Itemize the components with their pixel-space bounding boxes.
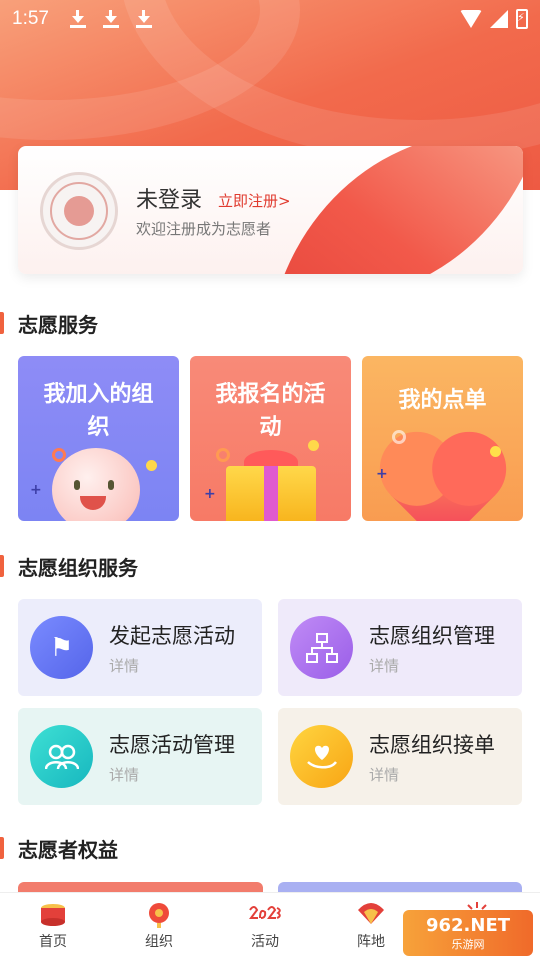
card-title: 发起志愿活动 bbox=[109, 624, 235, 648]
watermark-subtext: 乐游网 bbox=[451, 937, 485, 951]
section-title-text: 志愿者权益 bbox=[18, 837, 118, 862]
decor-dot bbox=[216, 448, 230, 462]
tile-my-orders[interactable]: 我的点单 + bbox=[362, 356, 523, 521]
status-time: 1:57 bbox=[12, 8, 49, 29]
drum-icon bbox=[36, 899, 70, 929]
volunteer-logo-icon bbox=[50, 182, 108, 240]
card-org-management[interactable]: 志愿组织管理 详情 bbox=[278, 599, 522, 696]
heart-icon bbox=[390, 442, 496, 521]
decor-plus: + bbox=[376, 466, 388, 482]
card-launch-activity[interactable]: ⚑ 发起志愿活动 详情 bbox=[18, 599, 262, 696]
nav-label: 阵地 bbox=[357, 934, 385, 950]
nav-item-home[interactable]: 首页 bbox=[0, 893, 106, 960]
card-activity-management[interactable]: 志愿活动管理 详情 bbox=[18, 708, 262, 805]
welcome-text: 欢迎注册成为志愿者 bbox=[136, 220, 272, 238]
tile-joined-orgs[interactable]: 我加入的组织 + bbox=[18, 356, 179, 521]
download-icon bbox=[69, 9, 87, 29]
download-icon bbox=[102, 9, 120, 29]
decor-dot bbox=[146, 460, 157, 471]
decor-dot bbox=[308, 440, 319, 451]
section-title-benefits: 志愿者权益 bbox=[0, 835, 118, 862]
card-org-orders[interactable]: 志愿组织接单 详情 bbox=[278, 708, 522, 805]
nav-item-organization[interactable]: 组织 bbox=[106, 893, 212, 960]
fan-icon bbox=[354, 899, 388, 929]
signal-icon bbox=[490, 10, 508, 28]
org-chart-icon bbox=[290, 616, 353, 679]
section-title-text: 志愿服务 bbox=[18, 312, 98, 337]
card-title: 志愿活动管理 bbox=[109, 733, 235, 757]
decor-dot bbox=[52, 448, 66, 462]
section-accent-bar bbox=[0, 312, 4, 334]
card-details-link[interactable]: 详情 bbox=[109, 764, 139, 785]
tile-label: 我的点单 bbox=[398, 388, 487, 413]
register-link[interactable]: 立即注册> bbox=[218, 190, 291, 211]
section-title-volunteer-service: 志愿服务 bbox=[0, 310, 98, 337]
avatar[interactable] bbox=[40, 172, 118, 250]
login-status[interactable]: 未登录 bbox=[136, 182, 202, 214]
nav-label: 活动 bbox=[251, 934, 279, 950]
download-icon bbox=[135, 9, 153, 29]
smiley-face-icon bbox=[52, 448, 140, 521]
flag-icon: ⚑ bbox=[30, 616, 93, 679]
section-accent-bar bbox=[0, 555, 4, 577]
hand-heart-icon bbox=[290, 725, 353, 788]
lantern-icon bbox=[142, 899, 176, 929]
card-title: 志愿组织管理 bbox=[369, 624, 495, 648]
card-details-link[interactable]: 详情 bbox=[369, 655, 399, 676]
decor-plus: + bbox=[30, 482, 42, 498]
card-title: 志愿组织接单 bbox=[369, 733, 495, 757]
nav-label: 组织 bbox=[145, 934, 173, 950]
status-bar: 1:57 bbox=[0, 0, 540, 38]
people-icon bbox=[30, 725, 93, 788]
section-accent-bar bbox=[0, 837, 4, 859]
section-title-org-service: 志愿组织服务 bbox=[0, 553, 138, 580]
calendar-2023-icon bbox=[248, 899, 282, 929]
tile-registered-activities[interactable]: 我报名的活动 + bbox=[190, 356, 351, 521]
nav-label: 首页 bbox=[39, 934, 67, 950]
decor-dot bbox=[490, 446, 501, 457]
gift-box-icon bbox=[226, 466, 316, 521]
watermark-logo: 962.NET 乐游网 bbox=[403, 910, 533, 956]
card-details-link[interactable]: 详情 bbox=[109, 655, 139, 676]
wifi-icon bbox=[460, 10, 482, 28]
tile-label: 我报名的活动 bbox=[215, 382, 326, 440]
tile-label: 我加入的组织 bbox=[43, 382, 154, 440]
decor-plus: + bbox=[204, 486, 216, 502]
nav-item-activity[interactable]: 活动 bbox=[212, 893, 318, 960]
profile-card[interactable]: 未登录 立即注册> 欢迎注册成为志愿者 bbox=[18, 146, 523, 274]
section-title-text: 志愿组织服务 bbox=[18, 555, 138, 580]
card-decoration bbox=[278, 146, 523, 274]
watermark-text: 962.NET bbox=[425, 914, 511, 936]
decor-dot bbox=[392, 430, 406, 444]
card-details-link[interactable]: 详情 bbox=[369, 764, 399, 785]
battery-charging-icon bbox=[516, 9, 528, 29]
